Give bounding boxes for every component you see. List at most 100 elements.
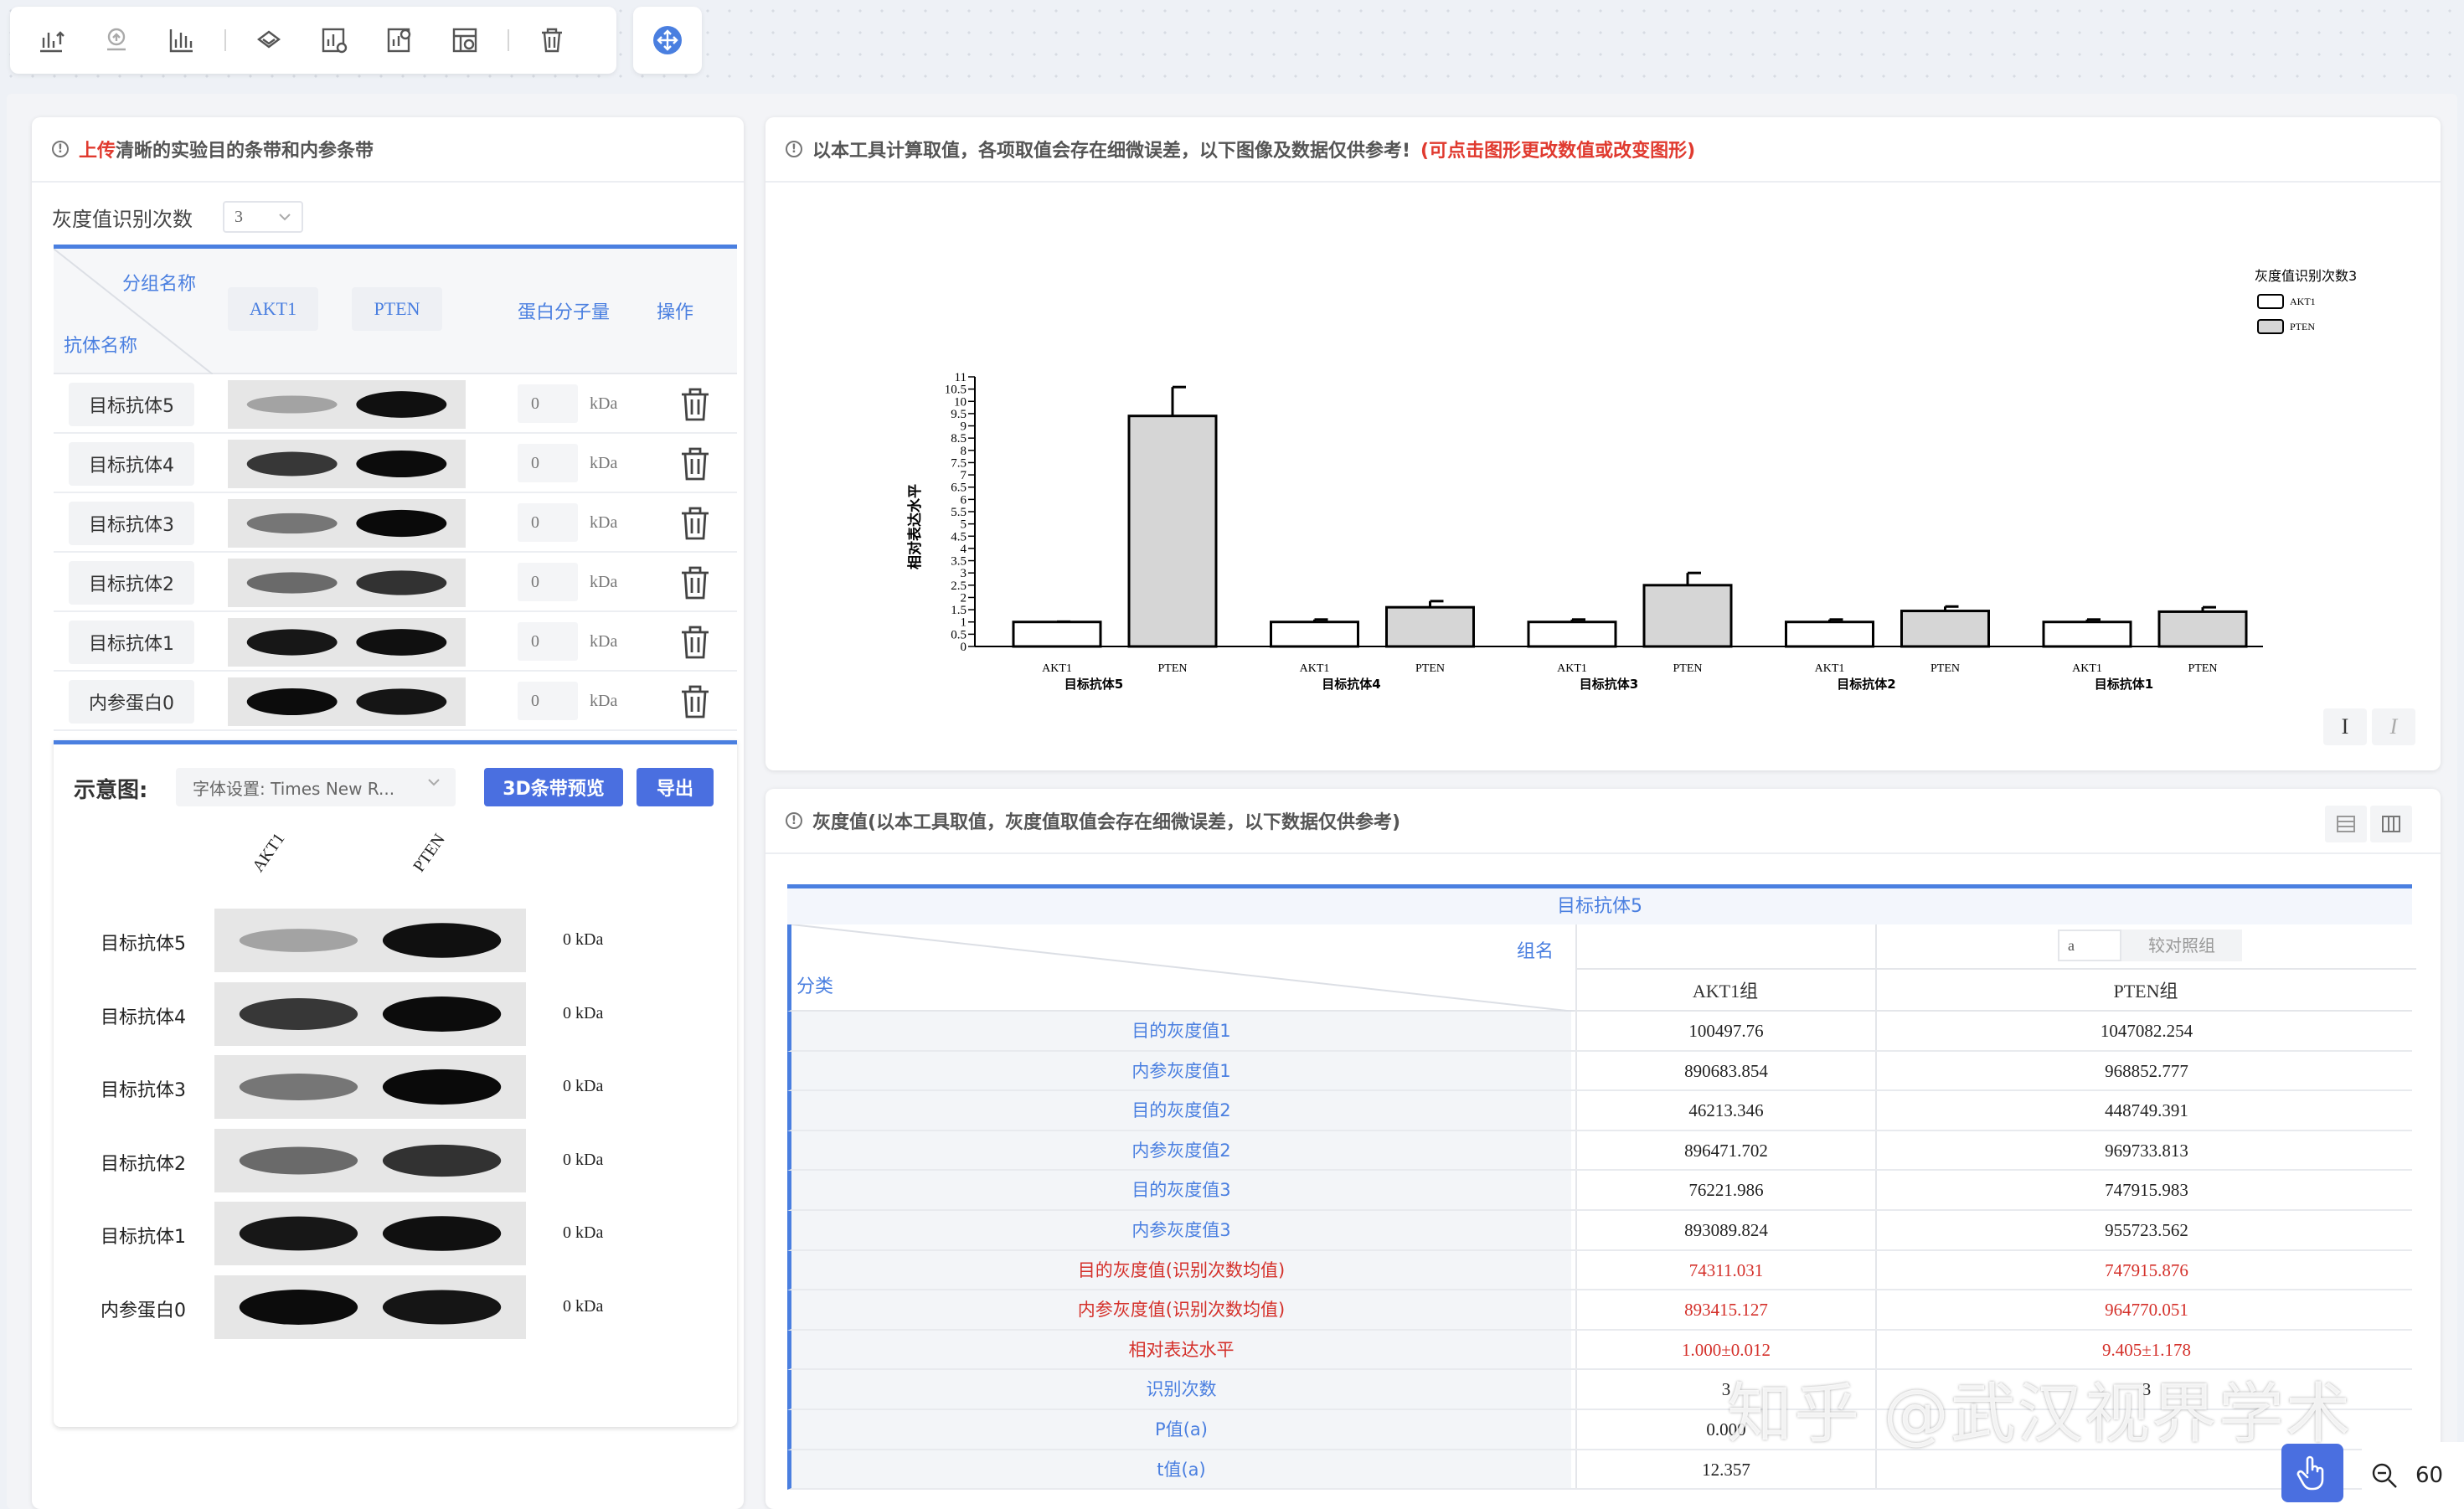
y-axis-label: 相对表达水平	[906, 484, 924, 569]
delete-row-icon[interactable]	[678, 505, 712, 542]
preview-band-image	[214, 1128, 526, 1192]
significance-symbol-input[interactable]: a	[2058, 930, 2121, 961]
bar-chart[interactable]: 00.511.522.533.544.555.566.577.588.599.5…	[765, 184, 2441, 720]
antibody-name-label: 抗体名称	[64, 336, 138, 357]
delete-row-icon[interactable]	[678, 445, 712, 482]
mw-input[interactable]: 0	[518, 503, 578, 542]
preview-blot-strip	[214, 909, 526, 972]
move-icon[interactable]	[651, 23, 684, 57]
antibody-name[interactable]: 目标抗体5	[69, 383, 194, 426]
gray-table-row: 内参灰度值1 890683.854 968852.777	[787, 1051, 2412, 1092]
column-view-icon[interactable]	[2370, 806, 2412, 842]
chart-add-icon[interactable]	[375, 16, 424, 64]
chart-settings-icon[interactable]	[310, 16, 358, 64]
antibody-name[interactable]: 目标抗体3	[69, 502, 194, 545]
gray-table-row: t值(a) 12.357	[787, 1450, 2412, 1491]
antibody-name[interactable]: 内参蛋白0	[69, 680, 194, 724]
akt1-value: 890683.854	[1575, 1051, 1875, 1090]
row-label: t值(a)	[791, 1450, 1571, 1489]
text-tools: I I	[2323, 708, 2415, 745]
antibody-name[interactable]: 目标抗体4	[69, 442, 194, 486]
band-image[interactable]	[228, 440, 466, 488]
row-view-icon[interactable]	[2325, 806, 2367, 842]
layers-icon[interactable]	[245, 16, 293, 64]
preview-blot-strip	[214, 1202, 526, 1265]
column-pten[interactable]: PTEN	[352, 287, 442, 331]
text-cursor-icon[interactable]: I	[2323, 708, 2367, 745]
bar-label: PTEN	[1930, 662, 1960, 675]
row-label: 目的灰度值(识别次数均值)	[791, 1250, 1571, 1290]
preview-band-image	[214, 1275, 526, 1339]
group-label: 目标抗体3	[1580, 677, 1638, 692]
akt1-value: 12.357	[1575, 1450, 1875, 1489]
delete-row-icon[interactable]	[678, 624, 712, 661]
italic-icon[interactable]: I	[2372, 708, 2415, 745]
chart-panel: ! 以本工具计算取值，各项取值会存在细微误差，以下图像及数据仅供参考! (可点击…	[765, 117, 2441, 770]
reference-group-select[interactable]: 较对照组	[2121, 930, 2242, 961]
3d-preview-button[interactable]: 3D条带预览	[484, 768, 623, 806]
preview-row-kda: 0 kDa	[563, 930, 604, 949]
mw-header: 蛋白分子量	[518, 302, 611, 323]
column-akt1[interactable]: AKT1	[228, 287, 318, 331]
group-label: 目标抗体5	[1064, 677, 1123, 692]
band-image[interactable]	[228, 380, 466, 429]
antibody-name[interactable]: 目标抗体1	[69, 621, 194, 664]
delete-row-icon[interactable]	[678, 564, 712, 601]
gray-table-row: 目的灰度值2 46213.346 448749.391	[787, 1091, 2412, 1131]
bar-label: AKT1	[1815, 662, 1845, 675]
band-image[interactable]	[228, 677, 466, 726]
mw-input[interactable]: 0	[518, 384, 578, 423]
group-label: 目标抗体2	[1837, 677, 1895, 692]
export-button[interactable]: 导出	[637, 768, 714, 806]
delete-row-icon[interactable]	[678, 386, 712, 423]
preview-row: 目标抗体4 0 kDa	[101, 981, 687, 1046]
preview-row-kda: 0 kDa	[563, 1296, 604, 1316]
bar-label: PTEN	[1158, 662, 1188, 675]
preview-row-name: 目标抗体5	[101, 934, 186, 955]
pten-value: 1047082.254	[1875, 1012, 2416, 1050]
band-image[interactable]	[228, 559, 466, 607]
bar-label: PTEN	[2188, 662, 2218, 675]
band-pten	[382, 923, 502, 958]
bar-chart-icon[interactable]	[157, 16, 206, 64]
hand-pointer-button[interactable]	[2281, 1444, 2343, 1502]
y-tick-label: 1.5	[951, 604, 967, 617]
band-pten	[356, 629, 447, 656]
band-image[interactable]	[228, 618, 466, 667]
y-tick-label: 2	[961, 591, 967, 605]
band-image[interactable]	[228, 499, 466, 548]
mw-input[interactable]: 0	[518, 563, 578, 601]
bar-pten	[1642, 584, 1733, 648]
mw-input[interactable]: 0	[518, 444, 578, 482]
mw-input[interactable]: 0	[518, 622, 578, 661]
y-tick-label: 2.5	[951, 579, 967, 593]
antibody-name[interactable]: 目标抗体2	[69, 561, 194, 605]
trash-icon[interactable]	[528, 16, 576, 64]
mw-unit: kDa	[590, 513, 618, 532]
preview-row-name: 目标抗体2	[101, 1153, 186, 1175]
band-row: 目标抗体4 0 kDa	[54, 434, 737, 493]
recognition-count-label: 灰度值识别次数	[52, 207, 193, 231]
y-tick-label: 6	[961, 493, 967, 507]
info-icon: !	[786, 141, 802, 157]
pten-value: 747915.876	[1875, 1250, 2416, 1290]
font-setting-select[interactable]: 字体设置: Times New R...	[176, 768, 456, 806]
preview-blot-strip	[214, 1275, 526, 1339]
schematic-preview: 示意图: 字体设置: Times New R... 3D条带预览 导出 AKT1…	[54, 740, 737, 1427]
chart-edit-icon[interactable]	[441, 16, 489, 64]
band-pten	[382, 1216, 502, 1251]
zoom-out-icon[interactable]	[2370, 1461, 2399, 1490]
recognition-count-select[interactable]: 3	[223, 201, 303, 233]
mw-input[interactable]: 0	[518, 682, 578, 720]
row-label: 目的灰度值1	[791, 1012, 1571, 1050]
gray-panel-header: ! 灰度值(以本工具取值，灰度值取值会存在细微误差，以下数据仅供参考)	[765, 789, 2441, 854]
band-akt1	[246, 629, 338, 656]
info-icon: !	[786, 812, 802, 829]
delete-row-icon[interactable]	[678, 683, 712, 720]
y-tick-label: 8.5	[951, 432, 967, 445]
upload-icon[interactable]	[92, 16, 141, 64]
y-tick-label: 0.5	[951, 628, 967, 641]
y-tick-label: 3.5	[951, 555, 967, 569]
sort-bars-icon[interactable]	[27, 16, 75, 64]
group-name-label: 分组名称	[122, 274, 197, 295]
